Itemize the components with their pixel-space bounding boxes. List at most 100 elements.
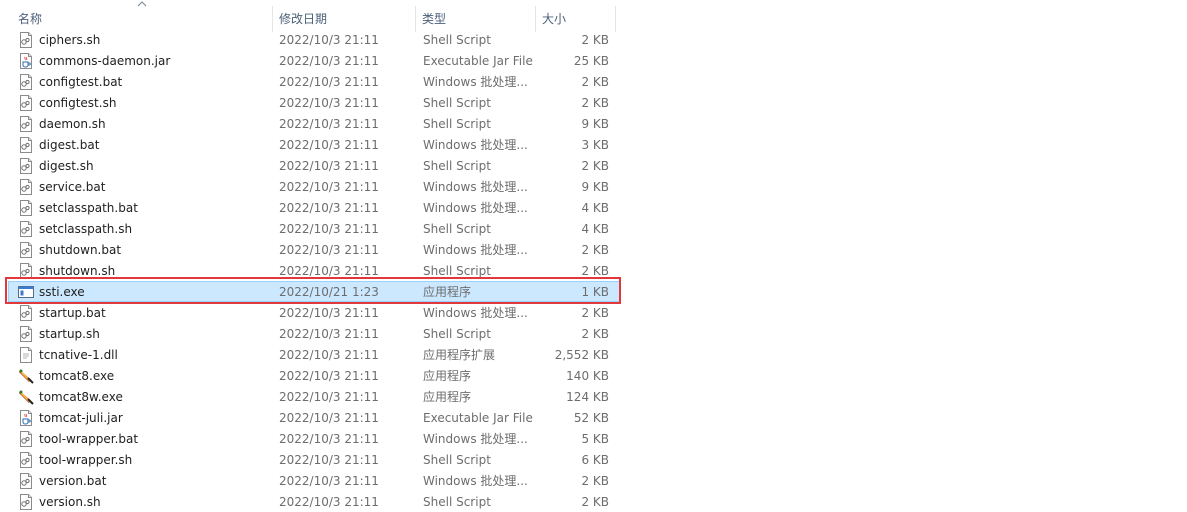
file-name: tomcat-juli.jar — [39, 411, 123, 425]
file-row[interactable]: startup.bat 2022/10/3 21:11 Windows 批处理...… — [8, 302, 620, 323]
file-name: service.bat — [39, 180, 106, 194]
script-file-icon — [18, 74, 34, 90]
file-size: 4 KB — [581, 222, 609, 236]
file-name: ssti.exe — [39, 285, 85, 299]
script-file-icon — [18, 221, 34, 237]
script-file-icon — [18, 179, 34, 195]
file-modified-date: 2022/10/3 21:11 — [279, 432, 379, 446]
file-size: 2 KB — [581, 306, 609, 320]
file-type: Windows 批处理... — [423, 138, 528, 152]
column-header-name[interactable]: 名称 — [12, 0, 270, 32]
file-size: 9 KB — [581, 180, 609, 194]
file-modified-date: 2022/10/3 21:11 — [279, 390, 379, 404]
file-row[interactable]: tomcat-juli.jar 2022/10/3 21:11 Executable… — [8, 407, 620, 428]
file-row[interactable]: configtest.bat 2022/10/3 21:11 Windows 批处理… — [8, 71, 620, 92]
file-row[interactable]: digest.bat 2022/10/3 21:11 Windows 批处理... 3… — [8, 134, 620, 155]
file-row[interactable]: configtest.sh 2022/10/3 21:11 Shell Script… — [8, 92, 620, 113]
file-name: configtest.sh — [39, 96, 117, 110]
file-type: Windows 批处理... — [423, 432, 528, 446]
file-size: 3 KB — [581, 138, 609, 152]
file-row[interactable]: tcnative-1.dll 2022/10/3 21:11 应用程序扩展 2,552… — [8, 344, 620, 365]
file-row[interactable]: version.sh 2022/10/3 21:11 Shell Script 2 K… — [8, 491, 620, 512]
script-file-icon — [18, 242, 34, 258]
column-header-size[interactable]: 大小 — [536, 0, 616, 32]
file-modified-date: 2022/10/3 21:11 — [279, 495, 379, 509]
file-type: Shell Script — [423, 495, 491, 509]
file-row[interactable]: service.bat 2022/10/3 21:11 Windows 批处理...… — [8, 176, 620, 197]
file-row[interactable]: ciphers.sh 2022/10/3 21:11 Shell Script 2 K… — [8, 29, 620, 50]
file-modified-date: 2022/10/3 21:11 — [279, 117, 379, 131]
file-type: Windows 批处理... — [423, 201, 528, 215]
file-type: Windows 批处理... — [423, 243, 528, 257]
file-modified-date: 2022/10/3 21:11 — [279, 411, 379, 425]
file-modified-date: 2022/10/3 21:11 — [279, 243, 379, 257]
file-name: ciphers.sh — [39, 33, 101, 47]
file-name: shutdown.bat — [39, 243, 122, 257]
file-row[interactable]: startup.sh 2022/10/3 21:11 Shell Script 2 K… — [8, 323, 620, 344]
file-modified-date: 2022/10/3 21:11 — [279, 306, 379, 320]
file-type: Executable Jar File — [423, 411, 533, 425]
file-row-selected[interactable]: ssti.exe 2022/10/21 1:23 应用程序 1 KB — [8, 281, 620, 302]
file-size: 4 KB — [581, 201, 609, 215]
file-modified-date: 2022/10/3 21:11 — [279, 348, 379, 362]
column-header-date[interactable]: 修改日期 — [273, 0, 415, 32]
file-row[interactable]: shutdown.bat 2022/10/3 21:11 Windows 批处理..… — [8, 239, 620, 260]
script-file-icon — [18, 431, 34, 447]
file-size: 25 KB — [573, 54, 609, 68]
file-name: shutdown.sh — [39, 264, 116, 278]
file-row[interactable]: tomcat8.exe 2022/10/3 21:11 应用程序 140 KB — [8, 365, 620, 386]
file-size: 2 KB — [581, 243, 609, 257]
file-name: version.sh — [39, 495, 101, 509]
file-name: tool-wrapper.bat — [39, 432, 139, 446]
file-row[interactable]: tomcat8w.exe 2022/10/3 21:11 应用程序 124 KB — [8, 386, 620, 407]
file-row[interactable]: commons-daemon.jar 2022/10/3 21:11 Executa… — [8, 50, 620, 71]
file-modified-date: 2022/10/21 1:23 — [279, 285, 379, 299]
file-size: 2 KB — [581, 159, 609, 173]
file-list: ciphers.sh 2022/10/3 21:11 Shell Script 2 K… — [0, 29, 620, 512]
file-name: tomcat8.exe — [39, 369, 115, 383]
file-row[interactable]: setclasspath.bat 2022/10/3 21:11 Windows 批… — [8, 197, 620, 218]
file-modified-date: 2022/10/3 21:11 — [279, 201, 379, 215]
file-row[interactable]: setclasspath.sh 2022/10/3 21:11 Shell Scri… — [8, 218, 620, 239]
file-name: setclasspath.bat — [39, 201, 138, 215]
file-type: Shell Script — [423, 222, 491, 236]
file-name: setclasspath.sh — [39, 222, 133, 236]
file-type: Shell Script — [423, 264, 491, 278]
file-row[interactable]: tool-wrapper.sh 2022/10/3 21:11 Shell Scri… — [8, 449, 620, 470]
script-file-icon — [18, 116, 34, 132]
file-row[interactable]: version.bat 2022/10/3 21:11 Windows 批处理...… — [8, 470, 620, 491]
column-header-bar: 名称 修改日期 类型 大小 — [0, 0, 620, 32]
file-size: 124 KB — [566, 390, 609, 404]
file-row[interactable]: shutdown.sh 2022/10/3 21:11 Shell Script 2 … — [8, 260, 620, 281]
tomcat-icon — [18, 368, 34, 384]
exe-file-icon — [18, 284, 34, 300]
file-size: 6 KB — [581, 453, 609, 467]
file-size: 2 KB — [581, 327, 609, 341]
file-modified-date: 2022/10/3 21:11 — [279, 138, 379, 152]
file-size: 2,552 KB — [554, 348, 609, 362]
file-type: Windows 批处理... — [423, 474, 528, 488]
file-type: 应用程序 — [423, 390, 472, 404]
file-modified-date: 2022/10/3 21:11 — [279, 96, 379, 110]
file-type: Executable Jar File — [423, 54, 533, 68]
file-type: 应用程序 — [423, 285, 472, 299]
file-type: Shell Script — [423, 117, 491, 131]
file-row[interactable]: digest.sh 2022/10/3 21:11 Shell Script 2 KB — [8, 155, 620, 176]
file-type: Windows 批处理... — [423, 180, 528, 194]
file-modified-date: 2022/10/3 21:11 — [279, 453, 379, 467]
column-header-type[interactable]: 类型 — [416, 0, 536, 32]
script-file-icon — [18, 473, 34, 489]
file-row[interactable]: daemon.sh 2022/10/3 21:11 Shell Script 9 KB — [8, 113, 620, 134]
file-type: 应用程序扩展 — [423, 348, 496, 362]
file-modified-date: 2022/10/3 21:11 — [279, 369, 379, 383]
file-modified-date: 2022/10/3 21:11 — [279, 474, 379, 488]
file-row[interactable]: tool-wrapper.bat 2022/10/3 21:11 Windows 批… — [8, 428, 620, 449]
script-file-icon — [18, 95, 34, 111]
file-size: 9 KB — [581, 117, 609, 131]
file-name: digest.bat — [39, 138, 100, 152]
script-file-icon — [18, 326, 34, 342]
file-name: tool-wrapper.sh — [39, 453, 133, 467]
file-type: Shell Script — [423, 159, 491, 173]
file-modified-date: 2022/10/3 21:11 — [279, 54, 379, 68]
jar-file-icon — [18, 410, 34, 426]
